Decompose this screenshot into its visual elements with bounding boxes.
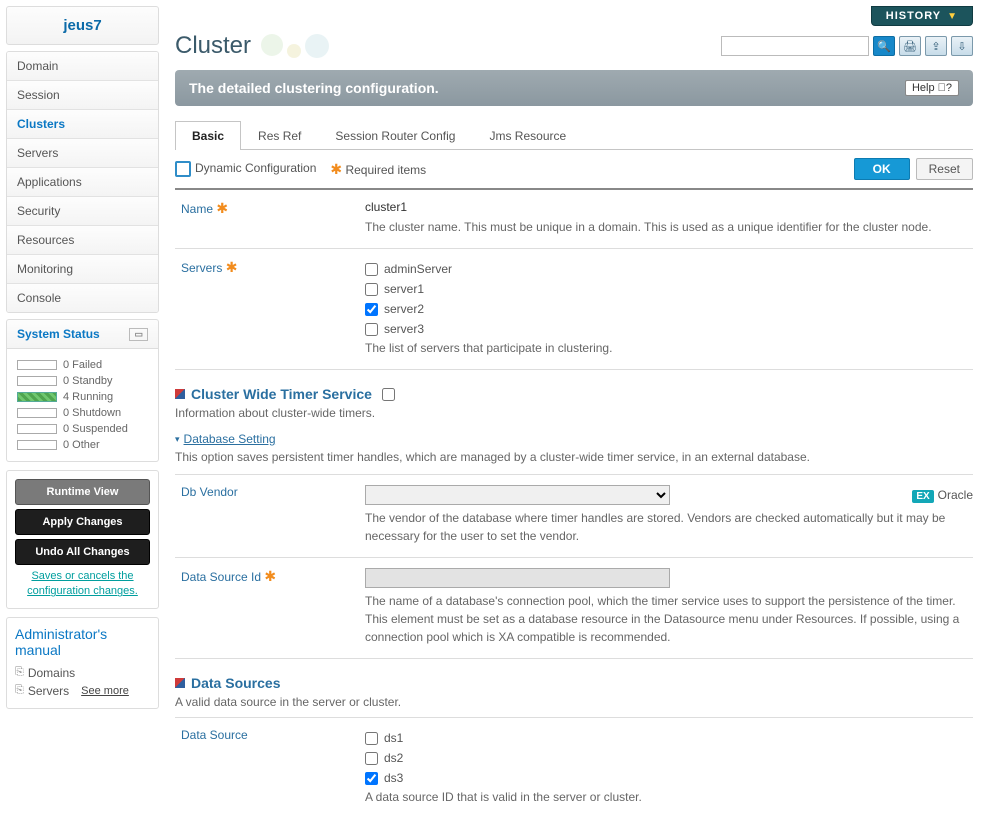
manual-box: Administrator's manual ⎘Domains⎘ServersS… <box>6 617 159 709</box>
content: HISTORY ▼ Cluster 🔍 🖨 ⇪ ⇩ The detailed c… <box>165 0 983 824</box>
ds-field-desc: A data source ID that is valid in the se… <box>365 788 973 806</box>
status-bar-icon <box>17 392 57 402</box>
status-bar-icon <box>17 408 57 418</box>
manual-title: Administrator's manual <box>15 626 150 658</box>
server-checkbox-adminServer[interactable] <box>365 263 378 276</box>
nav-item-clusters[interactable]: Clusters <box>7 110 158 139</box>
history-label: HISTORY <box>886 10 941 22</box>
search-input[interactable] <box>721 36 869 56</box>
tabs: BasicRes RefSession Router ConfigJms Res… <box>175 120 973 150</box>
status-row-standby: 0 Standby <box>17 373 148 389</box>
tab-basic[interactable]: Basic <box>175 121 241 150</box>
runtime-view-button[interactable]: Runtime View <box>15 479 150 505</box>
status-row-other: 0 Other <box>17 437 148 453</box>
page-title: Cluster <box>175 32 251 60</box>
banner: The detailed clustering configuration. H… <box>175 70 973 106</box>
save-cancel-link[interactable]: Saves or cancels the configuration chang… <box>15 569 150 600</box>
ds-option-label: ds2 <box>384 751 403 765</box>
apply-changes-button[interactable]: Apply Changes <box>15 509 150 535</box>
servers-label: Servers ✱ <box>175 259 365 357</box>
ds-checkbox-ds3[interactable] <box>365 772 378 785</box>
server-checkbox-server2[interactable] <box>365 303 378 316</box>
doc-icon: ⎘ <box>15 684 24 697</box>
name-value: cluster1 <box>365 200 973 214</box>
sidebar-header[interactable]: jeus7 <box>6 6 159 45</box>
system-status-header: System Status ▭ <box>6 319 159 349</box>
name-label: Name ✱ <box>175 200 365 236</box>
flag-icon <box>175 389 185 399</box>
status-row-failed: 0 Failed <box>17 357 148 373</box>
server-checkbox-server3[interactable] <box>365 323 378 336</box>
nav-item-domain[interactable]: Domain <box>7 52 158 81</box>
timer-section-title: Cluster Wide Timer Service <box>175 386 973 402</box>
nav-item-applications[interactable]: Applications <box>7 168 158 197</box>
status-box: 0 Failed0 Standby4 Running0 Shutdown0 Su… <box>6 349 159 462</box>
status-bar-icon <box>17 360 57 370</box>
nav-item-resources[interactable]: Resources <box>7 226 158 255</box>
tab-session-router-config[interactable]: Session Router Config <box>318 121 472 150</box>
db-vendor-label: Db Vendor <box>175 485 365 545</box>
legend-required: ✱ Required items <box>330 161 426 178</box>
tab-res-ref[interactable]: Res Ref <box>241 121 318 150</box>
chevron-down-icon: ▼ <box>947 11 958 22</box>
print-icon[interactable]: 🖨 <box>899 36 921 56</box>
ds-id-input[interactable] <box>365 568 670 588</box>
tab-jms-resource[interactable]: Jms Resource <box>472 121 583 150</box>
name-desc: The cluster name. This must be unique in… <box>365 218 973 236</box>
timer-desc: Information about cluster-wide timers. <box>175 406 973 420</box>
banner-text: The detailed clustering configuration. <box>189 80 439 96</box>
server-option-label: adminServer <box>384 262 452 276</box>
db-vendor-desc: The vendor of the database where timer h… <box>365 509 973 545</box>
status-bar-icon <box>17 376 57 386</box>
ok-button[interactable]: OK <box>854 158 910 180</box>
doc-icon: ⎘ <box>15 666 24 679</box>
ds-option-label: ds3 <box>384 771 403 785</box>
see-more-link[interactable]: See more <box>81 685 129 697</box>
nav-item-session[interactable]: Session <box>7 81 158 110</box>
history-button[interactable]: HISTORY ▼ <box>871 6 973 26</box>
server-option-label: server3 <box>384 322 424 336</box>
sidebar: jeus7 DomainSessionClustersServersApplic… <box>0 0 165 824</box>
status-bar-icon <box>17 424 57 434</box>
ds-label: Data Source <box>175 728 365 806</box>
ds-checkbox-ds2[interactable] <box>365 752 378 765</box>
datasources-section-title: Data Sources <box>175 675 973 691</box>
title-decoration <box>261 34 329 58</box>
export-down-icon[interactable]: ⇩ <box>951 36 973 56</box>
status-row-suspended: 0 Suspended <box>17 421 148 437</box>
status-row-running: 4 Running <box>17 389 148 405</box>
db-vendor-select[interactable] <box>365 485 670 505</box>
timer-service-checkbox[interactable] <box>382 388 395 401</box>
manual-link-servers[interactable]: ⎘ServersSee more <box>15 682 150 700</box>
manual-link-domains[interactable]: ⎘Domains <box>15 664 150 682</box>
status-bar-icon <box>17 440 57 450</box>
nav-item-console[interactable]: Console <box>7 284 158 312</box>
nav-item-monitoring[interactable]: Monitoring <box>7 255 158 284</box>
database-setting-toggle[interactable]: Database Setting <box>175 432 973 446</box>
export-up-icon[interactable]: ⇪ <box>925 36 947 56</box>
legend-dynamic: Dynamic Configuration <box>175 161 316 177</box>
ds-option-label: ds1 <box>384 731 403 745</box>
undo-changes-button[interactable]: Undo All Changes <box>15 539 150 565</box>
datasources-desc: A valid data source in the server or clu… <box>175 695 973 718</box>
ds-checkbox-ds1[interactable] <box>365 732 378 745</box>
db-vendor-example: EXOracle <box>912 488 973 503</box>
flag-icon <box>175 678 185 688</box>
nav-item-servers[interactable]: Servers <box>7 139 158 168</box>
server-option-label: server1 <box>384 282 424 296</box>
help-button[interactable]: Help ⃝? <box>905 80 959 96</box>
servers-desc: The list of servers that participate in … <box>365 339 973 357</box>
ds-id-desc: The name of a database's connection pool… <box>365 592 973 646</box>
reset-button[interactable]: Reset <box>916 158 973 180</box>
nav-item-security[interactable]: Security <box>7 197 158 226</box>
server-option-label: server2 <box>384 302 424 316</box>
system-status-icon: ▭ <box>129 328 148 341</box>
status-row-shutdown: 0 Shutdown <box>17 405 148 421</box>
system-status-title: System Status <box>17 327 100 341</box>
db-setting-desc: This option saves persistent timer handl… <box>175 450 973 475</box>
server-checkbox-server1[interactable] <box>365 283 378 296</box>
nav-menu: DomainSessionClustersServersApplications… <box>6 51 159 313</box>
ds-id-label: Data Source Id ✱ <box>175 568 365 646</box>
search-icon[interactable]: 🔍 <box>873 36 895 56</box>
